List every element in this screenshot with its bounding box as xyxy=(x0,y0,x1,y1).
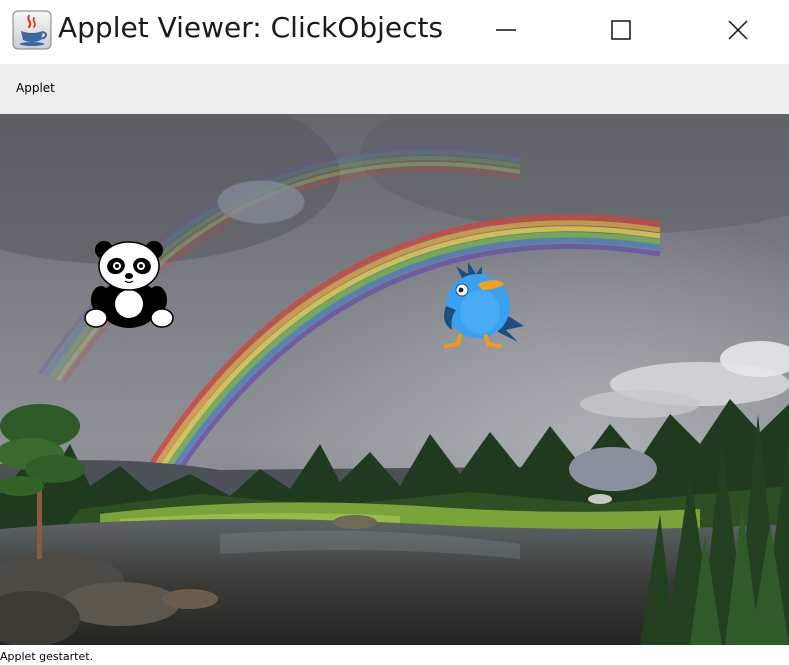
minimize-icon xyxy=(496,29,516,31)
java-coffee-cup-icon xyxy=(12,10,52,50)
maximize-button[interactable] xyxy=(575,0,667,60)
maximize-icon xyxy=(611,20,631,40)
window-title: Applet Viewer: ClickObjects xyxy=(58,11,444,44)
applet-viewer-window: Applet Viewer: ClickObjects Applet Apple… xyxy=(0,0,789,665)
close-icon xyxy=(728,20,748,40)
status-text: Applet gestartet. xyxy=(0,650,94,663)
rainbow-landscape-photo xyxy=(0,114,789,645)
title-bar[interactable]: Applet Viewer: ClickObjects xyxy=(0,0,789,64)
menu-bar: Applet xyxy=(0,64,789,114)
bird-icon xyxy=(444,262,524,348)
panda-object[interactable] xyxy=(82,238,176,332)
close-button[interactable] xyxy=(692,0,784,60)
minimize-button[interactable] xyxy=(460,0,552,60)
panda-icon xyxy=(84,241,174,328)
bird-object[interactable] xyxy=(434,260,526,352)
status-bar: Applet gestartet. xyxy=(0,645,789,665)
gray-ellipse-object[interactable] xyxy=(217,180,305,224)
applet-canvas[interactable] xyxy=(0,114,789,645)
gray-ellipse-object[interactable] xyxy=(569,447,657,491)
applet-menu[interactable]: Applet xyxy=(14,81,57,95)
